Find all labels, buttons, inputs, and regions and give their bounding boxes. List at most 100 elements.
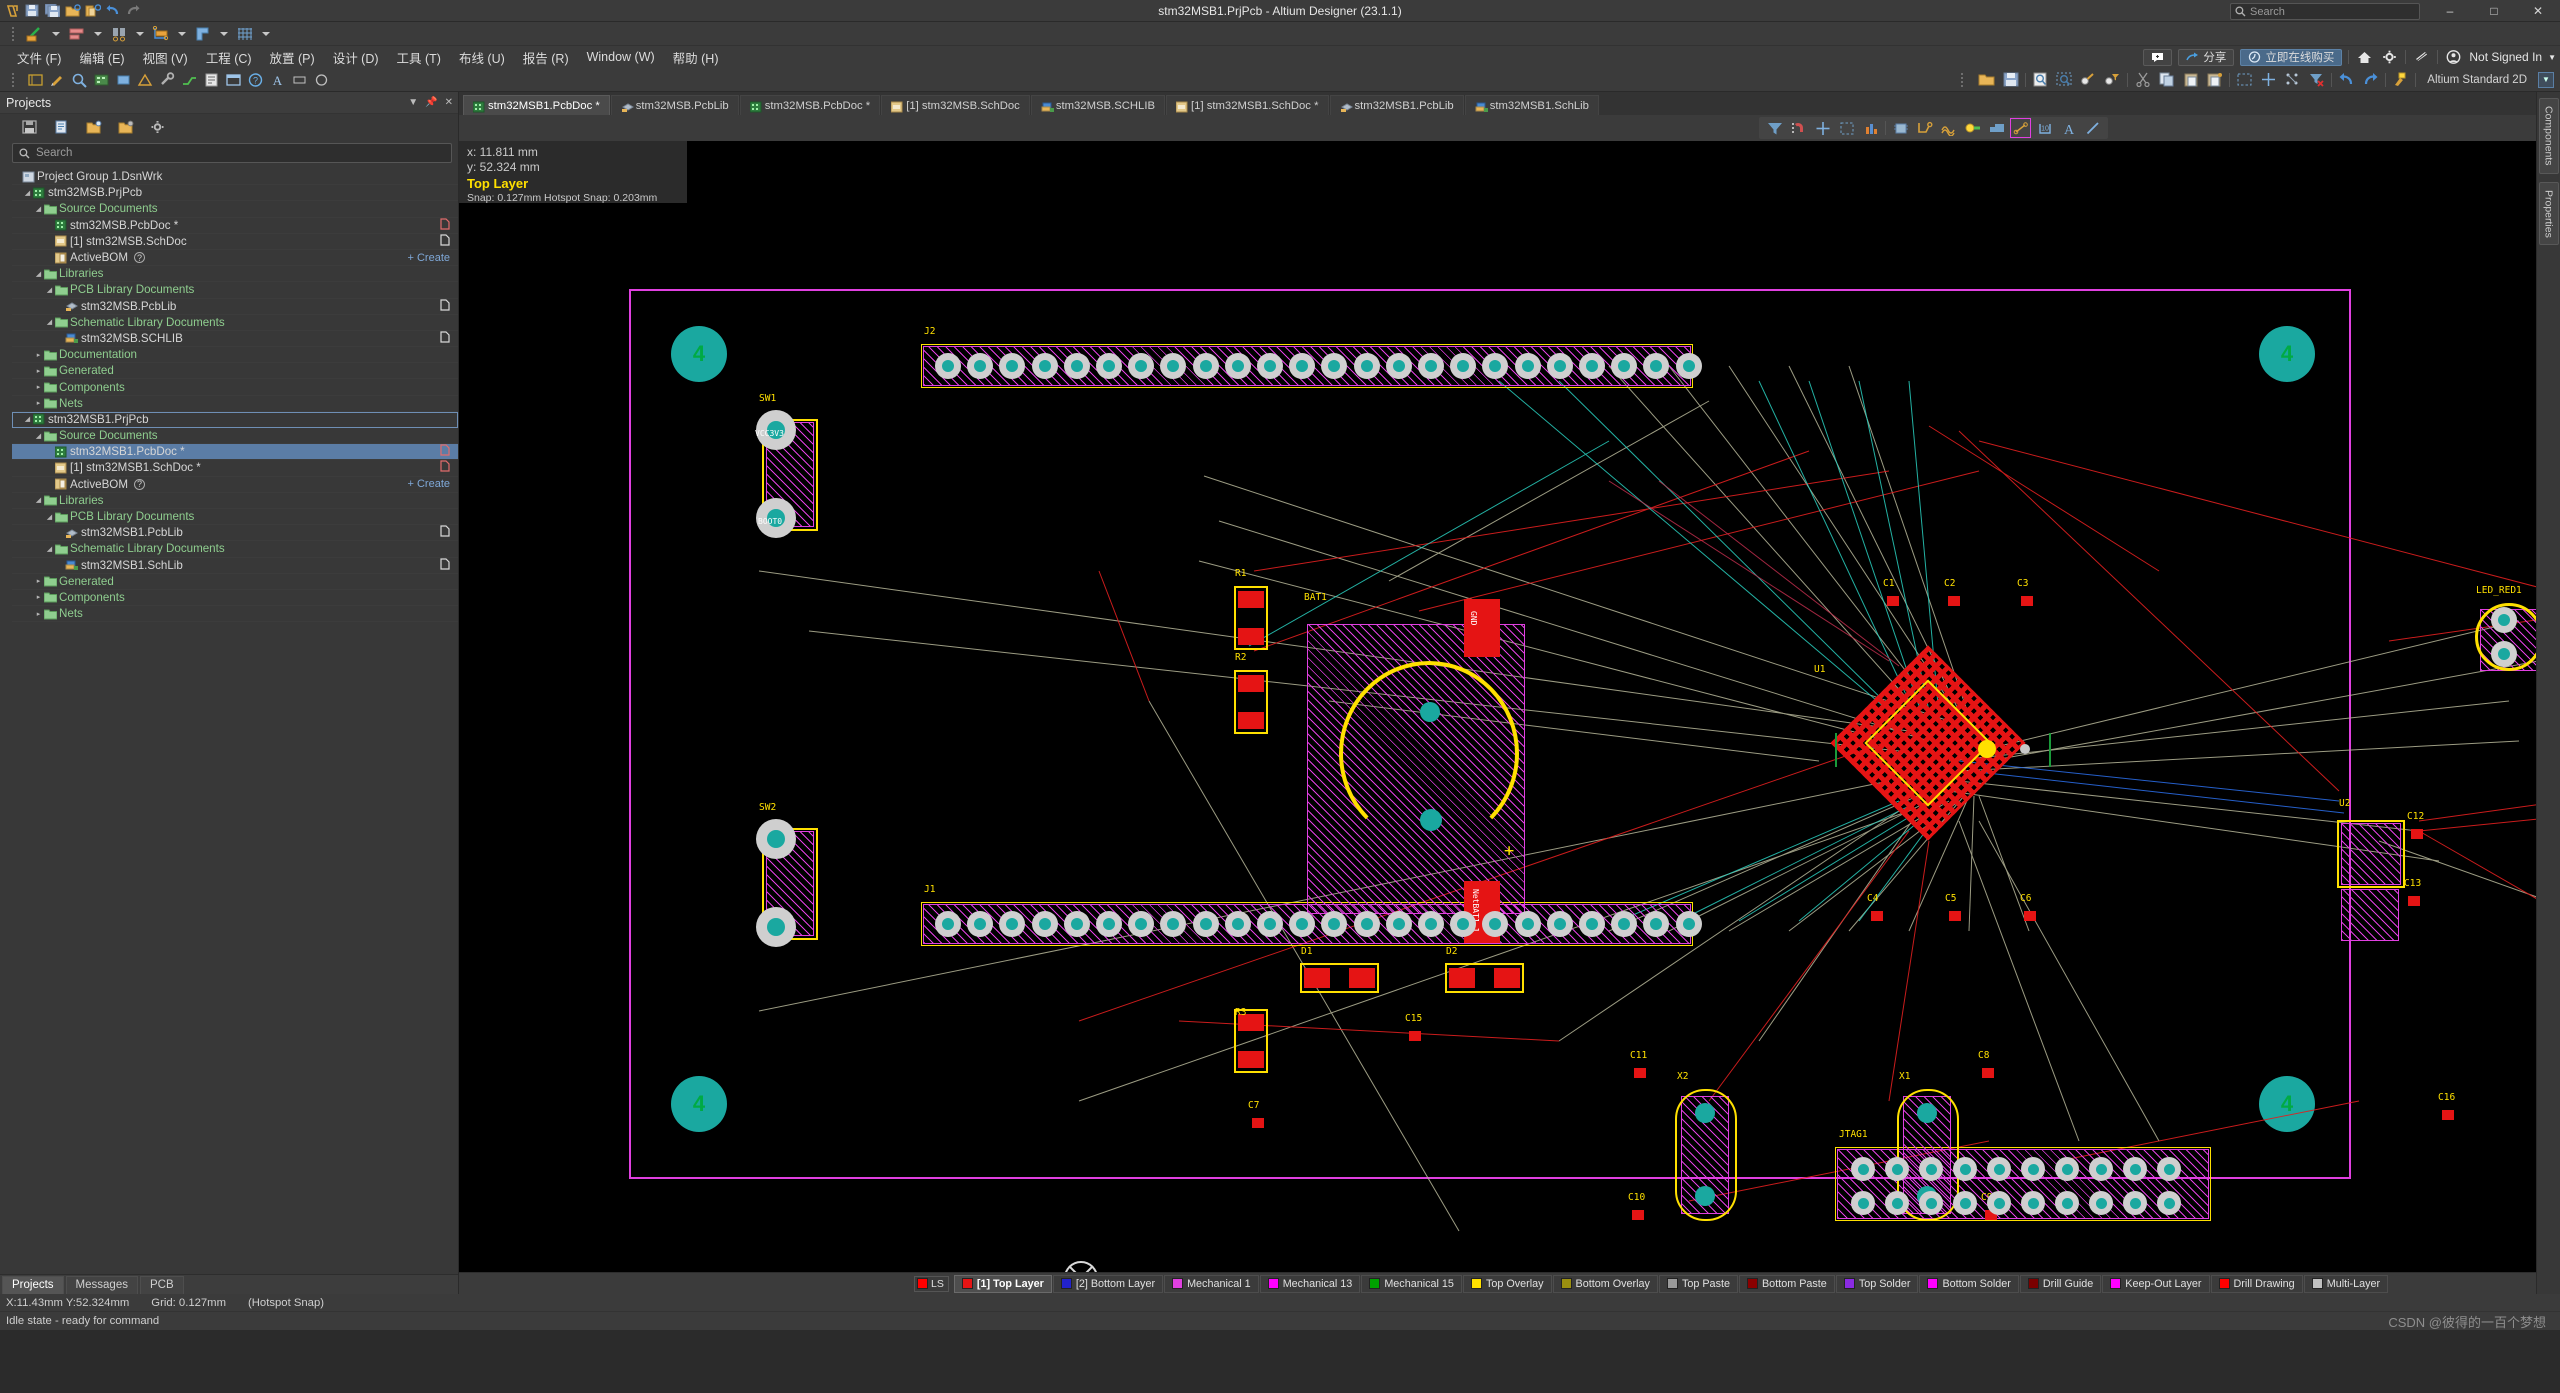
pad-x2-1[interactable] [1695, 1103, 1715, 1123]
drag-handle-icon[interactable] [4, 71, 23, 89]
chevron-down-icon[interactable] [46, 25, 65, 43]
document-tab[interactable]: stm32MSB1.PcbDoc * [463, 95, 610, 115]
connector-pad[interactable] [935, 911, 961, 937]
tree-item[interactable]: ▸ Nets [12, 606, 458, 623]
document-tab[interactable]: stm32MSB.PcbDoc * [739, 95, 881, 115]
home-icon[interactable] [2355, 48, 2374, 66]
connector-pad[interactable] [2089, 1191, 2113, 1215]
clear-filter-icon[interactable] [2307, 71, 2326, 89]
layer-tab[interactable]: Top Overlay [1462, 1274, 1552, 1293]
connector-pad[interactable] [1546, 353, 1573, 379]
save-icon[interactable] [20, 118, 39, 136]
polygon-icon[interactable] [1987, 119, 2006, 137]
font-icon[interactable]: A [268, 71, 287, 89]
magnet-icon[interactable] [1789, 119, 1808, 137]
comment-button[interactable] [2143, 48, 2173, 66]
help-icon[interactable]: ? [133, 478, 145, 490]
create-link[interactable]: + Create [408, 252, 451, 264]
view-configuration-label[interactable]: Altium Standard 2D [2421, 74, 2533, 86]
tree-item[interactable]: stm32MSB.PcbLib [12, 298, 458, 315]
layer-tab[interactable]: Multi-Layer [2303, 1274, 2389, 1293]
connector-pad[interactable] [1031, 911, 1058, 937]
pad-ledred1-2[interactable] [2491, 641, 2517, 667]
measure-icon[interactable] [25, 25, 44, 43]
connector-pad[interactable] [2089, 1157, 2113, 1181]
align-icon[interactable] [67, 25, 86, 43]
tools-icon[interactable] [158, 71, 177, 89]
view-icon[interactable] [70, 71, 89, 89]
compile-icon[interactable] [52, 118, 71, 136]
text-icon[interactable] [290, 71, 309, 89]
pad-sw2-3[interactable] [756, 819, 796, 859]
project-options-icon[interactable] [116, 118, 135, 136]
component-c7-pad[interactable] [1252, 1118, 1264, 1128]
component-u2-pads[interactable] [2341, 889, 2399, 941]
select-area-icon[interactable] [2235, 71, 2254, 89]
component-c16-pad[interactable] [2442, 1110, 2454, 1120]
tree-item[interactable]: ◢ Source Documents [12, 428, 458, 445]
undo-icon[interactable] [2337, 71, 2356, 89]
connector-pad[interactable] [935, 353, 961, 379]
select-area-icon[interactable] [1837, 119, 1856, 137]
tree-item[interactable]: stm32MSB1.PcbDoc * [12, 444, 458, 461]
layer-tab[interactable]: Bottom Solder [1919, 1274, 2019, 1293]
chevron-down-icon[interactable] [256, 25, 275, 43]
document-tab[interactable]: [1] stm32MSB1.SchDoc * [1166, 95, 1329, 115]
buy-online-button[interactable]: 立即在线购买 [2240, 48, 2343, 66]
layer-tab-bar[interactable]: LS [1] Top Layer [2] Bottom Layer Mechanica… [459, 1272, 2536, 1294]
menu-bar[interactable]: 文件 (F) 编辑 (E) 视图 (V) 工程 (C) 放置 (P) 设计 (D… [0, 46, 2560, 68]
connector-pad[interactable] [1289, 353, 1316, 379]
connector-pad[interactable] [1353, 911, 1380, 937]
drag-handle-icon[interactable] [4, 25, 23, 43]
projects-search-input[interactable]: Search [12, 143, 452, 163]
connector-pad[interactable] [2021, 1157, 2045, 1181]
find-similar-icon[interactable] [109, 25, 128, 43]
document-tab[interactable]: stm32MSB1.PcbLib [1329, 95, 1464, 115]
chevron-down-icon[interactable] [172, 25, 191, 43]
connector-pad[interactable] [1289, 911, 1316, 937]
schematic-tools-icon[interactable] [26, 71, 45, 89]
component-icon[interactable] [1891, 119, 1910, 137]
tree-item[interactable]: ActiveBOM? + Create [12, 250, 458, 267]
chevron-down-icon[interactable]: ◢ [45, 286, 54, 294]
tree-item[interactable]: [1] stm32MSB1.SchDoc * [12, 460, 458, 477]
pad-sw2-1[interactable] [756, 907, 796, 947]
connector-pad[interactable] [1953, 1157, 1977, 1181]
panel-bottom-tabs[interactable]: Projects Messages PCB [0, 1274, 458, 1294]
tree-item[interactable]: [1] stm32MSB.SchDoc [12, 234, 458, 250]
panel-tab-pcb[interactable]: PCB [139, 1276, 184, 1294]
connector-pad[interactable] [1031, 353, 1058, 379]
bell-icon[interactable] [2412, 48, 2431, 66]
design-icon[interactable] [136, 71, 155, 89]
connector-pad[interactable] [1418, 353, 1444, 379]
shape-icon[interactable] [312, 71, 331, 89]
menu-item-edit[interactable]: 编辑 (E) [70, 46, 133, 69]
connector-pad[interactable] [1611, 911, 1638, 937]
connector-pad[interactable] [2055, 1191, 2079, 1215]
tree-item[interactable]: ▸ Documentation [12, 347, 458, 364]
print-preview-icon[interactable] [2031, 71, 2050, 89]
tree-item[interactable]: stm32MSB1.PcbLib [12, 525, 458, 542]
component-c2-pad[interactable] [1948, 596, 1960, 606]
chevron-right-icon[interactable]: ▸ [34, 399, 43, 407]
report-icon[interactable] [202, 71, 221, 89]
component-c8-pad[interactable] [1982, 1068, 1994, 1078]
via-icon[interactable] [1963, 119, 1982, 137]
connector-pad[interactable] [2157, 1191, 2181, 1215]
tree-item[interactable]: ▸ Components [12, 379, 458, 396]
component-c3-pad[interactable] [2021, 596, 2033, 606]
crosshair-icon[interactable] [1813, 119, 1832, 137]
connector-pad[interactable] [967, 911, 994, 937]
chevron-down-icon[interactable]: ◢ [23, 189, 32, 197]
help-icon[interactable]: ? [133, 252, 145, 264]
paste-special-icon[interactable] [2205, 71, 2224, 89]
menu-item-reports[interactable]: 报告 (R) [514, 46, 578, 69]
connector-pad[interactable] [1450, 353, 1477, 379]
pcb-placement-toolbar[interactable]: 10 A [459, 115, 2536, 141]
tree-item[interactable]: ▸ Generated [12, 574, 458, 590]
menu-item-window[interactable]: Window (W) [578, 48, 664, 66]
layer-tab[interactable]: Top Paste [1658, 1274, 1738, 1293]
zoom-area-icon[interactable] [2055, 71, 2074, 89]
minimize-button[interactable]: – [2428, 0, 2472, 22]
chevron-down-icon[interactable] [214, 25, 233, 43]
